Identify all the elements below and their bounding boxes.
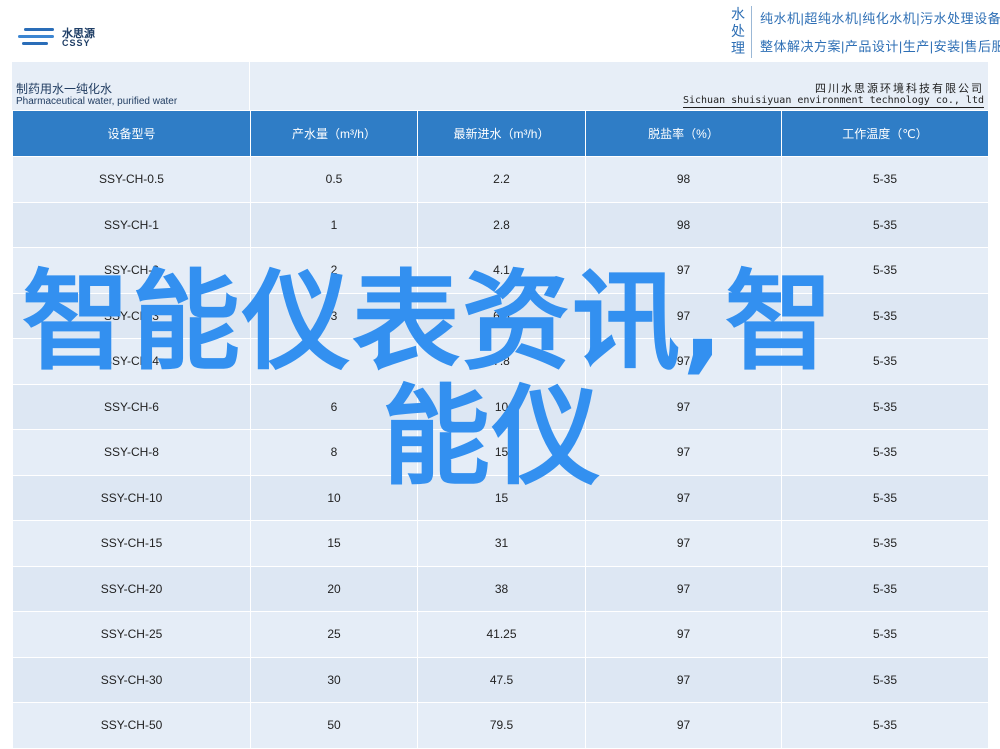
table-row: SSY-CH-0.5 0.5 2.2 98 5-35	[12, 156, 989, 203]
cell-model: SSY-CH-25	[12, 611, 251, 658]
cell-inflow: 2.2	[417, 156, 586, 203]
table-header-row: 设备型号 产水量（m³/h） 最新进水（m³/h） 脱盐率（%） 工作温度（℃）	[12, 110, 989, 157]
services-products: 纯水机|超纯水机|纯化水机|污水处理设备	[760, 11, 1000, 26]
cell-model: SSY-CH-15	[12, 520, 251, 567]
cell-output: 30	[250, 656, 418, 703]
table-row: SSY-CH-15 15 31 97 5-35	[12, 520, 989, 567]
table-row: SSY-CH-30 30 47.5 97 5-35	[12, 656, 989, 703]
cell-output: 15	[250, 520, 418, 567]
cell-desalination: 97	[585, 702, 782, 749]
column-header-temperature: 工作温度（℃）	[781, 110, 989, 157]
cell-output: 0.5	[250, 156, 418, 203]
cell-inflow: 31	[417, 520, 586, 567]
watermark-headline: 智能仪表资讯,智 能仪	[22, 265, 922, 495]
cell-inflow: 47.5	[417, 656, 586, 703]
cell-model: SSY-CH-50	[12, 702, 251, 749]
cell-inflow: 41.25	[417, 611, 586, 658]
cell-desalination: 98	[585, 201, 782, 248]
column-header-desalination: 脱盐率（%）	[585, 110, 782, 157]
cell-output: 25	[250, 611, 418, 658]
cell-model: SSY-CH-0.5	[12, 156, 251, 203]
column-header-inflow: 最新进水（m³/h）	[417, 110, 586, 157]
cell-temperature: 5-35	[781, 702, 989, 749]
company-name-cn: 四川水思源环境科技有限公司	[815, 82, 984, 95]
services-solutions: 整体解决方案|产品设计|生产|安装|售后服务	[760, 39, 1000, 54]
product-category-cn: 制药用水一纯化水	[16, 82, 113, 96]
cell-model: SSY-CH-30	[12, 656, 251, 703]
cell-desalination: 97	[585, 656, 782, 703]
cell-inflow: 79.5	[417, 702, 586, 749]
table-row: SSY-CH-20 20 38 97 5-35	[12, 565, 989, 612]
cell-desalination: 98	[585, 156, 782, 203]
table-row: SSY-CH-25 25 41.25 97 5-35	[12, 611, 989, 658]
cell-output: 50	[250, 702, 418, 749]
page-header: 水思源 CSSY 水处理 纯水机|超纯水机|纯化水机|污水处理设备 整体解决方案…	[0, 0, 1000, 62]
table-row: SSY-CH-50 50 79.5 97 5-35	[12, 702, 989, 749]
table-row: SSY-CH-1 1 2.8 98 5-35	[12, 201, 989, 248]
cell-temperature: 5-35	[781, 565, 989, 612]
cell-desalination: 97	[585, 611, 782, 658]
watermark-line-2: 能仪	[382, 375, 603, 500]
column-header-model: 设备型号	[12, 110, 251, 157]
cell-output: 1	[250, 201, 418, 248]
cell-temperature: 5-35	[781, 201, 989, 248]
cell-temperature: 5-35	[781, 611, 989, 658]
cell-desalination: 97	[585, 565, 782, 612]
water-waves-icon	[18, 26, 58, 48]
cell-temperature: 5-35	[781, 656, 989, 703]
spec-sheet-title-bar: 制药用水一纯化水 Pharmaceutical water, purified …	[12, 62, 988, 110]
column-header-output: 产水量（m³/h）	[250, 110, 418, 157]
product-category-en: Pharmaceutical water, purified water	[16, 96, 178, 107]
logo-name-en: CSSY	[62, 38, 91, 48]
cell-temperature: 5-35	[781, 156, 989, 203]
watermark-line-1: 智能仪表资讯,智	[22, 260, 836, 385]
cell-output: 20	[250, 565, 418, 612]
cell-inflow: 38	[417, 565, 586, 612]
cell-inflow: 2.8	[417, 201, 586, 248]
cell-desalination: 97	[585, 520, 782, 567]
product-category: 制药用水一纯化水 Pharmaceutical water, purified …	[12, 62, 250, 110]
company-name-en: Sichuan shuisiyuan environment technolog…	[682, 95, 984, 108]
cell-model: SSY-CH-1	[12, 201, 251, 248]
brand-logo[interactable]: 水思源 CSSY	[18, 22, 118, 52]
cell-temperature: 5-35	[781, 520, 989, 567]
cell-model: SSY-CH-20	[12, 565, 251, 612]
services-title: 水处理	[731, 6, 745, 56]
